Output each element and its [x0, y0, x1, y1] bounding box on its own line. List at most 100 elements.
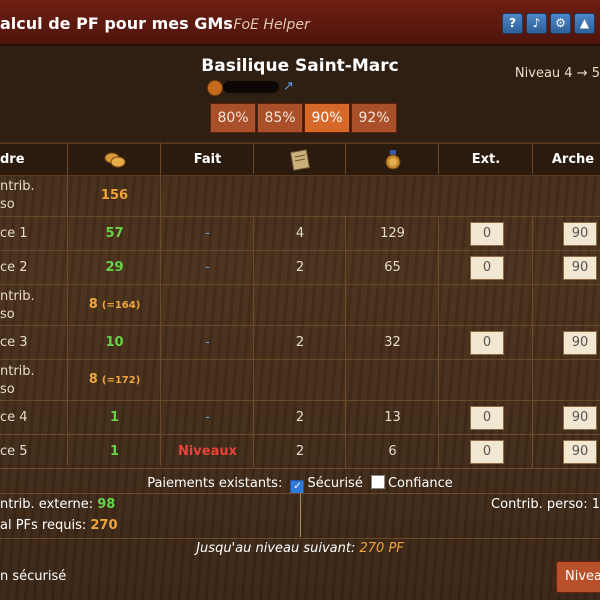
pf-value: 8 (=164) — [68, 297, 161, 312]
total-fp-value: 270 — [90, 518, 118, 533]
done-status: - — [205, 226, 210, 241]
pf-value: 10 — [105, 335, 124, 350]
blueprint-count: 4 — [295, 226, 305, 241]
total-fp-required: al PFs requis: 270 — [0, 518, 118, 533]
pf-value: 1 — [109, 410, 120, 425]
ext-input[interactable]: 0 — [470, 222, 504, 246]
level-indicator: Niveau 4 → 5 — [514, 66, 600, 81]
blueprint-count: 2 — [295, 410, 305, 425]
pf-value: 1 — [109, 444, 120, 459]
next-level-label: Jusqu'au niveau suivant: — [196, 541, 356, 556]
done-status: - — [205, 335, 210, 350]
arche-input[interactable]: 90 — [563, 256, 597, 280]
table-row: ntrib. so 8 (=164) — [0, 285, 600, 326]
pf-amount: 8 — [88, 297, 98, 312]
help-icon[interactable]: ? — [502, 13, 523, 34]
column-divider — [438, 143, 439, 174]
ext-input[interactable]: 0 — [470, 256, 504, 280]
pf-cumulative: (=172) — [101, 375, 141, 386]
external-link-icon[interactable]: ↗ — [283, 79, 294, 94]
existing-payments: Paiements existants: ✓ Sécurisé Confiance — [0, 475, 600, 494]
medal-count: 13 — [384, 410, 401, 425]
column-divider — [532, 217, 533, 468]
medal-count: 129 — [380, 226, 405, 241]
pf-value: 156 — [100, 188, 129, 203]
row-label: ce 4 — [0, 410, 28, 425]
ext-input[interactable]: 0 — [470, 440, 504, 464]
column-divider — [253, 217, 254, 468]
ext-input[interactable]: 0 — [470, 331, 504, 355]
table-row: ce 2 29 - 2 65 0 90 — [0, 251, 600, 285]
row-label: ce 2 — [0, 260, 28, 275]
trust-checkbox[interactable] — [370, 475, 385, 489]
ext-input[interactable]: 0 — [470, 406, 504, 430]
percent-80-button[interactable]: 80% — [210, 103, 256, 133]
row-label: ce 5 — [0, 444, 28, 459]
table-row: ce 1 57 - 4 129 0 90 — [0, 217, 600, 251]
medal-icon — [346, 144, 439, 175]
medal-count: 65 — [384, 260, 401, 275]
table-row: ce 4 1 - 2 13 0 90 — [0, 401, 600, 435]
row-label: ntrib. — [0, 179, 35, 194]
next-level-info: Jusqu'au niveau suivant: 270 PF — [0, 541, 600, 556]
external-contrib: ntrib. externe: 98 — [0, 497, 115, 512]
total-fp-label: al PFs requis: — [0, 518, 87, 533]
secure-checkbox[interactable]: ✓ — [290, 480, 305, 494]
percent-90-button[interactable]: 90% — [304, 103, 350, 133]
done-status: - — [205, 410, 210, 425]
medal-count: 6 — [388, 444, 397, 459]
minimize-icon[interactable]: ▲ — [574, 13, 595, 34]
window-subtitle: - FoE Helper — [224, 17, 310, 33]
level-button[interactable]: Niveau — [556, 561, 600, 593]
table-row: ce 5 1 Niveaux 2 6 0 90 — [0, 435, 600, 469]
trust-label: Confiance — [387, 476, 453, 491]
personal-contrib: Contrib. perso: 1 — [491, 497, 600, 512]
arche-input[interactable]: 90 — [563, 331, 597, 355]
external-contrib-value: 98 — [97, 497, 116, 512]
player-avatar — [207, 80, 223, 96]
column-divider — [345, 143, 346, 174]
header-ext: Ext. — [471, 152, 501, 167]
arche-input[interactable]: 90 — [563, 406, 597, 430]
column-divider — [532, 143, 533, 174]
building-name: Basilique Saint-Marc — [201, 56, 399, 76]
row-label: ce 3 — [0, 335, 28, 350]
blueprint-count: 2 — [295, 260, 305, 275]
forge-points-icon — [68, 144, 161, 175]
sound-icon[interactable]: ♪ — [526, 13, 547, 34]
row-label: so — [0, 197, 15, 212]
table-header: dre Fait Ext. Arche — [0, 143, 600, 176]
payments-label: Paiements existants: — [147, 476, 283, 491]
table-row: ntrib. so 8 (=172) — [0, 360, 600, 401]
header-done: Fait — [193, 152, 222, 167]
row-label: ntrib. — [0, 364, 35, 379]
row-label: ntrib. — [0, 289, 35, 304]
pf-value: 29 — [105, 260, 124, 275]
blueprint-icon — [254, 144, 346, 175]
blueprint-count: 2 — [295, 444, 305, 459]
row-label: so — [0, 382, 15, 397]
done-status: Niveaux — [177, 444, 238, 459]
column-divider — [345, 217, 346, 468]
pf-value: 57 — [105, 226, 124, 241]
next-level-value: 270 PF — [359, 541, 404, 556]
pf-value: 8 (=172) — [68, 372, 161, 387]
summary-divider — [300, 493, 301, 537]
row-label: ce 1 — [0, 226, 28, 241]
percent-85-button[interactable]: 85% — [257, 103, 303, 133]
row-label: so — [0, 307, 15, 322]
percent-92-button[interactable]: 92% — [351, 103, 397, 133]
external-contrib-label: ntrib. externe: — [0, 497, 94, 512]
window-title: alcul de PF pour mes GMs — [0, 14, 233, 33]
pf-amount: 8 — [88, 372, 98, 387]
arche-input[interactable]: 90 — [563, 440, 597, 464]
blueprint-count: 2 — [295, 335, 305, 350]
settings-icon[interactable]: ⚙ — [550, 13, 571, 34]
arche-input[interactable]: 90 — [563, 222, 597, 246]
window-titlebar[interactable]: alcul de PF pour mes GMs - FoE Helper ? … — [0, 0, 600, 46]
secure-label: Sécurisé — [307, 476, 363, 491]
medal-count: 32 — [384, 335, 401, 350]
done-status: - — [205, 260, 210, 275]
pf-cumulative: (=164) — [101, 300, 141, 311]
table-row: ce 3 10 - 2 32 0 90 — [0, 326, 600, 360]
